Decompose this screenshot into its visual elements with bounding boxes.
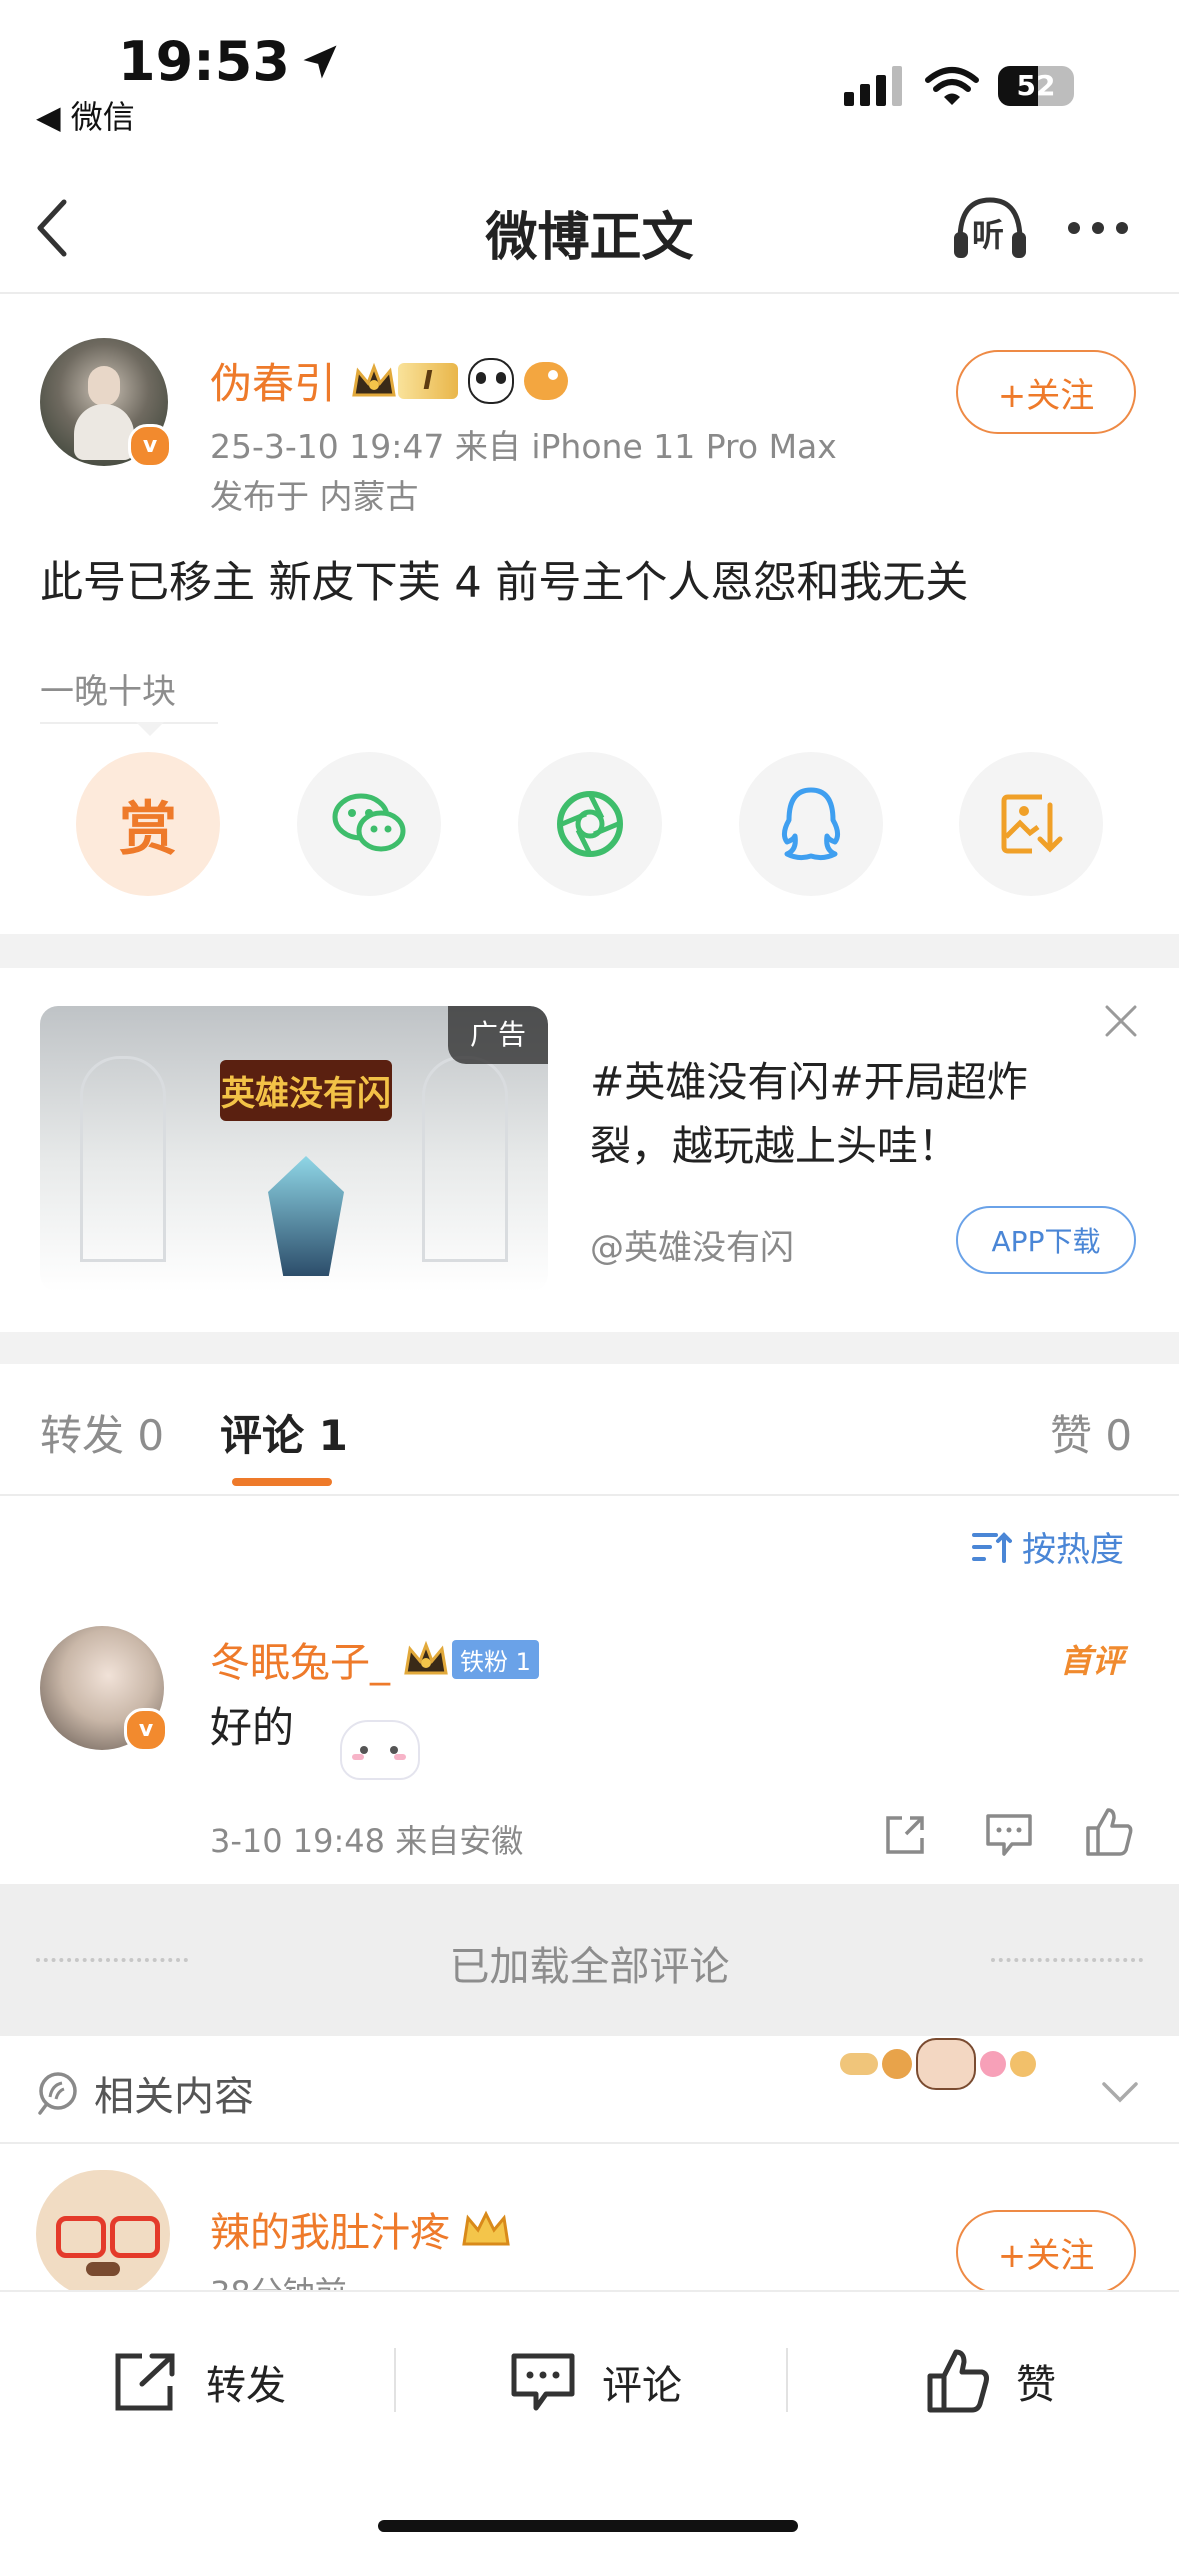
repost-icon — [115, 2353, 175, 2411]
fish-icon — [524, 361, 569, 400]
listen-label: 听 — [972, 216, 1005, 254]
like-icon — [927, 2349, 989, 2413]
loaded-all-text: 已加载全部评论 — [449, 1944, 730, 1990]
listen-button[interactable]: 听 — [950, 192, 1030, 262]
author-row: 伪春引 I — [210, 350, 569, 411]
author-avatar[interactable]: v — [40, 338, 172, 468]
comment-meta: 3-10 19:48 来自安徽 — [210, 1822, 524, 1860]
battery-level: 52 — [1016, 69, 1056, 102]
commenter-name[interactable]: 冬眠兔子_ — [210, 1630, 390, 1688]
bottom-comment-label: 评论 — [602, 2363, 682, 2409]
verified-badge-icon: v — [128, 424, 172, 468]
food-sticker-strip — [840, 2038, 1036, 2090]
moments-aperture-icon — [557, 791, 623, 857]
share-wechat-button[interactable] — [297, 752, 441, 896]
app-download-button[interactable]: APP下载 — [956, 1206, 1136, 1274]
comment-reply-icon[interactable] — [984, 1812, 1034, 1858]
ad-tag: 广告 — [448, 1006, 548, 1064]
post-time-source: 25-3-10 19:47 来自 iPhone 11 Pro Max — [210, 427, 837, 466]
sticker-bunny-icon — [340, 1720, 420, 1780]
reward-pointer — [136, 722, 164, 736]
ad-close-icon[interactable] — [1104, 1004, 1138, 1038]
ad-image[interactable]: 英雄没有闪 广告 — [40, 1006, 548, 1292]
sort-icon — [972, 1531, 1012, 1563]
level-badge: I — [398, 362, 459, 399]
post-content: 此号已移主 新皮下芙 4 前号主个人恩怨和我无关 — [40, 558, 969, 608]
related-header[interactable]: 相关内容 — [36, 2064, 254, 2122]
related-author-name[interactable]: 辣的我肚汁疼 — [210, 2200, 450, 2258]
nav-divider — [0, 292, 1179, 294]
home-indicator — [378, 2520, 798, 2532]
tabs-divider — [0, 1494, 1179, 1496]
battery-icon: 52 — [998, 66, 1074, 106]
vip-crown-badge: I — [350, 361, 459, 401]
reward-button-label: 赏 — [118, 795, 177, 863]
gold-crown-icon — [462, 2210, 510, 2246]
crown-icon — [352, 362, 396, 396]
status-icons: 52 — [844, 66, 1074, 106]
follow-button[interactable]: +关注 — [956, 350, 1136, 434]
comment-like-icon[interactable] — [1084, 1806, 1134, 1858]
ad-character-figure — [268, 1156, 344, 1276]
bottom-separator — [786, 2348, 788, 2412]
related-title: 相关内容 — [94, 2074, 254, 2120]
share-qq-button[interactable] — [739, 752, 883, 896]
related-author-row: 辣的我肚汁疼 — [210, 2200, 512, 2258]
more-icon[interactable] — [1068, 222, 1128, 234]
bottom-like-label: 赞 — [1016, 2362, 1056, 2408]
status-time-text: 19:53 — [118, 30, 290, 93]
signal-icon — [844, 66, 902, 106]
tab-comment[interactable]: 评论 1 — [220, 1402, 348, 1463]
post-location: 发布于 内蒙古 — [210, 477, 419, 516]
author-name[interactable]: 伪春引 — [210, 350, 336, 411]
chevron-down-icon[interactable] — [1100, 2080, 1140, 2104]
bottom-like-button[interactable]: 赞 — [924, 2346, 1056, 2416]
loaded-all-band: 已加载全部评论 — [0, 1884, 1179, 2036]
reward-text: 一晚十块 — [40, 672, 176, 712]
tab-repost[interactable]: 转发 0 — [40, 1402, 164, 1463]
bottom-repost-button[interactable]: 转发 — [112, 2350, 286, 2414]
commenter-row: 冬眠兔子_ 铁粉 1 — [210, 1630, 539, 1688]
section-gap — [0, 934, 1179, 968]
first-comment-tag: 首评 — [1060, 1642, 1125, 1680]
comment-share-icon[interactable] — [882, 1812, 928, 1858]
ad-game-logo: 英雄没有闪 — [220, 1060, 392, 1121]
share-moments-button[interactable] — [518, 752, 662, 896]
related-icon — [38, 2072, 77, 2115]
related-author-avatar[interactable] — [36, 2170, 170, 2298]
save-image-icon — [1001, 794, 1063, 854]
wifi-icon — [925, 67, 979, 105]
bottom-comment-button[interactable]: 评论 — [508, 2350, 682, 2414]
location-arrow-icon — [303, 45, 337, 78]
save-image-button[interactable] — [959, 752, 1103, 896]
sort-button[interactable]: 按热度 — [972, 1522, 1124, 1571]
reward-underline — [40, 722, 218, 724]
bottom-action-bar: 转发 评论 赞 — [0, 2290, 1179, 2558]
crown-icon — [404, 1640, 448, 1675]
bottom-repost-label: 转发 — [206, 2363, 286, 2409]
related-divider — [0, 2142, 1179, 2144]
wechat-icon — [332, 793, 406, 852]
panda-icon — [468, 357, 515, 404]
status-time: 19:53 — [118, 30, 342, 93]
comment-text: 好的 — [210, 1703, 295, 1752]
commenter-avatar[interactable]: v — [40, 1626, 168, 1752]
comment-icon — [511, 2353, 575, 2411]
fan-badge: 铁粉 1 — [452, 1639, 539, 1679]
verified-badge-icon: v — [124, 1708, 168, 1752]
reward-button[interactable]: 赏 — [76, 752, 220, 896]
back-to-app-link[interactable]: ◀ 微信 — [36, 92, 135, 138]
tab-like[interactable]: 赞 0 — [1050, 1402, 1132, 1463]
bottom-separator — [394, 2348, 396, 2412]
related-follow-button[interactable]: +关注 — [956, 2210, 1136, 2294]
section-gap — [0, 1332, 1179, 1364]
qq-penguin-icon — [781, 787, 841, 861]
tab-active-indicator — [232, 1478, 332, 1486]
ad-account[interactable]: @英雄没有闪 — [590, 1220, 794, 1269]
ad-text[interactable]: #英雄没有闪#开局超炸裂，越玩越上头哇！ — [590, 1050, 1050, 1178]
sort-label: 按热度 — [1022, 1530, 1124, 1570]
